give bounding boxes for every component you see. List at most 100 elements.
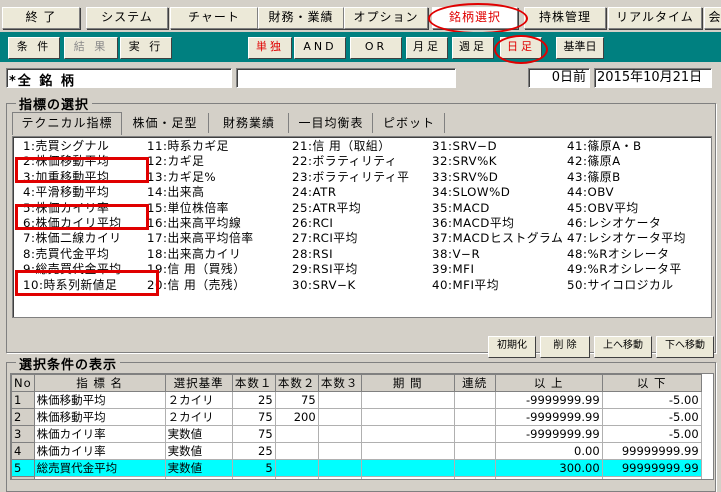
- menu-options[interactable]: オプション: [344, 7, 428, 29]
- tab-price-pattern[interactable]: 株価・足型: [122, 113, 209, 133]
- indicator-item[interactable]: 43:篠原B: [567, 170, 686, 185]
- results-button[interactable]: 結 果: [64, 37, 118, 59]
- header-count1[interactable]: 本数１: [231, 374, 276, 392]
- header-max[interactable]: 以 下: [601, 374, 702, 392]
- monthly-button[interactable]: 月足: [406, 37, 448, 59]
- single-button[interactable]: 単独: [248, 37, 292, 59]
- delete-button[interactable]: 削 除: [540, 336, 590, 358]
- initialize-button[interactable]: 初期化: [488, 336, 536, 358]
- indicator-item[interactable]: 34:SLOW%D: [432, 185, 563, 200]
- indicator-item[interactable]: 22:ボラティリティ: [292, 154, 409, 169]
- indicator-item[interactable]: 16:出来高平均線: [147, 216, 254, 231]
- indicator-item[interactable]: 9:総売買代金平均: [23, 262, 122, 277]
- header-period[interactable]: 期 間: [360, 374, 455, 392]
- date-field[interactable]: 2015年10月21日: [594, 68, 712, 88]
- indicator-item[interactable]: 30:SRV−K: [292, 278, 409, 293]
- move-up-button[interactable]: 上へ移動: [594, 336, 652, 358]
- header-count3[interactable]: 本数３: [317, 374, 362, 392]
- indicator-item[interactable]: 10:時系列新値足: [23, 278, 122, 293]
- indicator-item[interactable]: 15:単位株倍率: [147, 201, 254, 216]
- tab-ichimoku[interactable]: 一目均衡表: [290, 113, 373, 133]
- indicator-item[interactable]: 23:ボラティリティ平: [292, 170, 409, 185]
- cell-indicator: 総売買代金平均: [33, 459, 166, 477]
- header-no[interactable]: No: [11, 374, 35, 392]
- indicator-item[interactable]: 33:SRV%D: [432, 170, 563, 185]
- menu-holdings[interactable]: 持株管理: [524, 7, 606, 29]
- header-count2[interactable]: 本数２: [274, 374, 319, 392]
- indicator-item[interactable]: 32:SRV%K: [432, 154, 563, 169]
- indicator-item[interactable]: 47:レシオケータ平均: [567, 231, 686, 246]
- indicator-item[interactable]: 28:RSI: [292, 247, 409, 262]
- indicator-item[interactable]: 7:株価二線カイリ: [23, 231, 122, 246]
- indicator-item[interactable]: 25:ATR平均: [292, 201, 409, 216]
- table-row-selected[interactable]: 5 総売買代金平均 実数値 5 300.00 99999999.99: [11, 459, 702, 477]
- move-down-button[interactable]: 下へ移動: [656, 336, 714, 358]
- header-consecutive[interactable]: 連続: [453, 374, 496, 392]
- indicator-item[interactable]: 14:出来高: [147, 185, 254, 200]
- execute-button[interactable]: 実 行: [120, 37, 172, 59]
- indicator-item[interactable]: 48:%Rオシレータ: [567, 247, 686, 262]
- tab-pivot[interactable]: ピボット: [374, 113, 445, 133]
- indicator-item[interactable]: 45:OBV平均: [567, 201, 686, 216]
- header-min[interactable]: 以 上: [494, 374, 603, 392]
- indicator-item[interactable]: 1:売買シグナル: [23, 139, 122, 154]
- indicator-item[interactable]: 13:カギ足%: [147, 170, 254, 185]
- indicator-item[interactable]: 39:MFI: [432, 262, 563, 277]
- indicator-item[interactable]: 38:V−R: [432, 247, 563, 262]
- indicator-item[interactable]: 3:加重移動平均: [23, 170, 122, 185]
- indicator-item[interactable]: 41:篠原A・B: [567, 139, 686, 154]
- indicator-item[interactable]: 26:RCI: [292, 216, 409, 231]
- cell-max: 99999999.99: [601, 442, 702, 460]
- base-date-button[interactable]: 基準日: [556, 37, 604, 59]
- indicator-item[interactable]: 20:信 用（売残）: [147, 278, 254, 293]
- tab-technical[interactable]: テクニカル指標: [12, 112, 122, 135]
- conditions-button[interactable]: 条 件: [8, 37, 60, 59]
- cell-period: [360, 391, 455, 409]
- table-row[interactable]: 2 株価移動平均 ２カイリ 75 200 -9999999.99 -5.00: [11, 408, 702, 426]
- menu-chart[interactable]: チャート: [170, 7, 258, 29]
- menu-exit[interactable]: 終 了: [2, 7, 80, 29]
- or-button[interactable]: OR: [350, 37, 402, 59]
- indicator-item[interactable]: 2:株価移動平均: [23, 154, 122, 169]
- cell-count3: [317, 459, 362, 477]
- indicator-item[interactable]: 46:レシオケータ: [567, 216, 686, 231]
- indicator-item[interactable]: 49:%Rオシレータ平: [567, 262, 686, 277]
- conditions-table: No 指 標 名 選択基準 本数１ 本数２ 本数３ 期 間 連続 以 上 以 下…: [11, 374, 702, 479]
- indicator-item[interactable]: 4:平滑移動平均: [23, 185, 122, 200]
- indicator-item[interactable]: 24:ATR: [292, 185, 409, 200]
- indicator-item[interactable]: 37:MACDヒストグラム: [432, 231, 563, 246]
- indicator-item[interactable]: 36:MACD平均: [432, 216, 563, 231]
- indicator-item[interactable]: 42:篠原A: [567, 154, 686, 169]
- table-row[interactable]: 4 株価カイリ率 実数値 25 0.00 99999999.99: [11, 442, 702, 460]
- indicator-item[interactable]: 8:売買代金平均: [23, 247, 122, 262]
- and-button[interactable]: AND: [294, 37, 346, 59]
- indicator-item[interactable]: 21:信 用（取組）: [292, 139, 409, 154]
- indicator-item[interactable]: 18:出来高カイリ: [147, 247, 254, 262]
- indicator-item[interactable]: 11:時系カギ足: [147, 139, 254, 154]
- menu-system[interactable]: システム: [86, 7, 168, 29]
- table-row[interactable]: 6: [11, 476, 702, 479]
- menu-realtime[interactable]: リアルタイム: [608, 7, 702, 29]
- indicator-item[interactable]: 31:SRV−D: [432, 139, 563, 154]
- menu-stock-selection[interactable]: 銘柄選択: [432, 7, 518, 29]
- menu-more[interactable]: 会: [704, 7, 721, 29]
- weekly-button[interactable]: 週足: [452, 37, 494, 59]
- indicator-item[interactable]: 40:MFI平均: [432, 278, 563, 293]
- indicator-item[interactable]: 6:株価カイリ平均: [23, 216, 122, 231]
- indicator-item[interactable]: 27:RCI平均: [292, 231, 409, 246]
- indicator-item[interactable]: 29:RSI平均: [292, 262, 409, 277]
- table-row[interactable]: 1 株価移動平均 ２カイリ 25 75 -9999999.99 -5.00: [11, 391, 702, 409]
- indicator-item[interactable]: 35:MACD: [432, 201, 563, 216]
- daily-button[interactable]: 日足: [500, 37, 542, 59]
- indicator-item[interactable]: 5:株価カイリ率: [23, 201, 122, 216]
- menu-financials[interactable]: 財務・業績: [258, 7, 344, 29]
- indicator-item[interactable]: 17:出来高平均倍率: [147, 231, 254, 246]
- header-indicator[interactable]: 指 標 名: [33, 374, 166, 392]
- indicator-item[interactable]: 50:サイコロジカル: [567, 278, 686, 293]
- indicator-item[interactable]: 19:信 用（買残）: [147, 262, 254, 277]
- table-row[interactable]: 3 株価カイリ率 実数値 75 -9999999.99 -5.00: [11, 425, 702, 443]
- tab-financial[interactable]: 財務業績: [210, 113, 289, 133]
- header-criteria[interactable]: 選択基準: [164, 374, 233, 392]
- indicator-item[interactable]: 44:OBV: [567, 185, 686, 200]
- indicator-item[interactable]: 12:カギ足: [147, 154, 254, 169]
